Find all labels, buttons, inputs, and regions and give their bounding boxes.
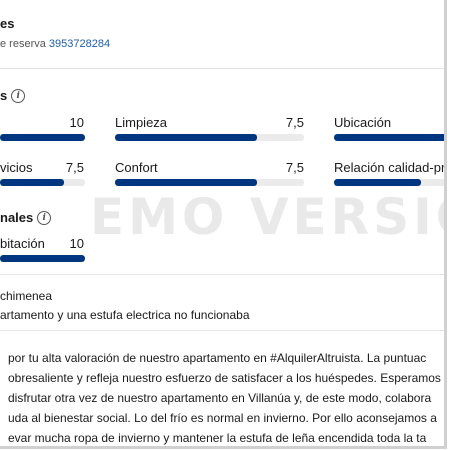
reply-line: obresaliente y refleja nuestro esfuerzo …: [8, 371, 441, 385]
score-bar-fill: [0, 179, 64, 186]
score-value: 7,5: [65, 160, 84, 175]
score-bar-fill: [334, 179, 421, 186]
info-icon[interactable]: i: [11, 88, 26, 103]
score-label: Confort: [115, 160, 158, 175]
extra-scores-title-text: nales: [0, 210, 34, 225]
review-positive: chimenea: [0, 289, 53, 303]
guest-name: es: [0, 16, 15, 31]
reservation-label: e reserva: [0, 38, 46, 50]
scores-section-title: s i: [0, 88, 26, 103]
score-bar-fill: [115, 134, 257, 141]
reservation-info: e reserva 3953728284: [0, 38, 110, 50]
reply-line: uda al bienestar social. Lo del frío es …: [8, 411, 437, 425]
review-card: es e reserva 3953728284 s i 10 Limpieza …: [0, 0, 447, 449]
score-bar-fill: [0, 134, 85, 141]
score-label: vicios: [0, 160, 33, 175]
reply-line: disfrutar otra vez de nuestro apartament…: [8, 391, 432, 405]
score-label: Limpieza: [115, 115, 168, 130]
reservation-number-link[interactable]: 3953728284: [49, 38, 110, 50]
score-bar: [115, 134, 304, 141]
reply-line: por tu alta valoración de nuestro aparta…: [8, 351, 427, 365]
score-label: Ubicación: [334, 115, 392, 130]
score-bar: [0, 134, 85, 141]
score-bar-fill: [334, 134, 444, 141]
review-negative: artamento y una estufa electrica no func…: [0, 308, 250, 322]
score-bar: [334, 134, 444, 141]
demo-watermark: EMO VERSIO: [90, 188, 447, 246]
score-bar: [115, 179, 304, 186]
header-divider: [0, 68, 444, 69]
extra-scores-section-title: nales i: [0, 210, 52, 225]
scores-divider: [0, 274, 444, 275]
score-bar-fill: [115, 179, 257, 186]
info-icon[interactable]: i: [37, 210, 52, 225]
score-value: 10: [69, 115, 84, 130]
score-value: 7,5: [285, 160, 304, 175]
score-bar-fill: [0, 255, 85, 262]
review-divider: [0, 330, 444, 331]
score-value: 7,5: [285, 115, 304, 130]
score-value: 10: [69, 236, 84, 251]
score-label: Relación calidad-pre: [334, 160, 447, 175]
score-bar: [0, 179, 85, 186]
score-bar: [334, 179, 444, 186]
score-label: bitación: [0, 236, 45, 251]
score-bar: [0, 255, 85, 262]
reply-line: evar mucha ropa de invierno y mantener l…: [8, 431, 427, 445]
scores-title-text: s: [0, 88, 8, 103]
